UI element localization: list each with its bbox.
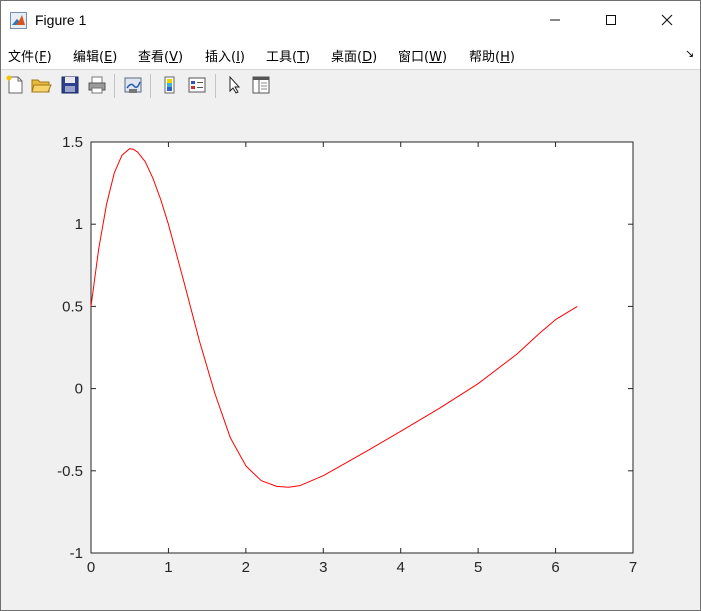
x-tick-label: 5 [474, 559, 482, 576]
x-tick-label: 7 [629, 559, 637, 576]
menu-window[interactable]: 窗口(W) [398, 46, 447, 65]
figure-window: Figure 1 文件(F) 编辑(E) 查看(V) 插入(I) 工具(T) 桌… [0, 0, 701, 611]
pointer-icon[interactable] [223, 74, 245, 96]
x-tick-label: 1 [164, 559, 172, 576]
new-figure-icon[interactable] [4, 74, 26, 96]
toolbar-separator [114, 74, 115, 98]
matlab-icon [10, 12, 27, 29]
minimize-icon [550, 19, 560, 21]
dock-arrow-icon[interactable]: ↘ [685, 47, 694, 60]
property-inspector-icon[interactable] [250, 74, 272, 96]
save-icon[interactable] [59, 74, 81, 96]
close-button[interactable] [644, 1, 690, 39]
menu-tools[interactable]: 工具(T) [266, 46, 310, 65]
y-tick-label: -0.5 [57, 463, 83, 480]
menu-view[interactable]: 查看(V) [138, 46, 183, 65]
link-plot-icon[interactable] [122, 74, 144, 96]
line-chart[interactable]: 0 1 2 3 4 5 6 7 -1 -0.5 0 0.5 1 1.5 [1, 102, 700, 610]
y-tick-label: -1 [70, 545, 83, 562]
x-tick-label: 6 [551, 559, 559, 576]
menu-insert[interactable]: 插入(I) [205, 46, 245, 65]
x-tick-label: 3 [319, 559, 327, 576]
toolbar-separator [150, 74, 151, 98]
legend-icon[interactable] [186, 74, 208, 96]
maximize-icon [606, 15, 616, 25]
title-bar[interactable]: Figure 1 [1, 1, 700, 39]
maximize-button[interactable] [588, 1, 634, 39]
y-tick-label: 1.5 [62, 134, 83, 151]
x-tick-label: 4 [397, 559, 405, 576]
figure-toolbar [1, 69, 700, 103]
open-file-icon[interactable] [30, 74, 52, 96]
colorbar-icon[interactable] [159, 74, 181, 96]
x-tick-label: 0 [87, 559, 95, 576]
menu-file[interactable]: 文件(F) [8, 46, 52, 65]
menu-desktop[interactable]: 桌面(D) [331, 46, 377, 65]
close-icon [661, 14, 673, 26]
menu-help[interactable]: 帮助(H) [469, 46, 515, 65]
menu-bar: 文件(F) 编辑(E) 查看(V) 插入(I) 工具(T) 桌面(D) 窗口(W… [1, 39, 700, 69]
y-tick-label: 1 [75, 216, 83, 233]
menu-edit[interactable]: 编辑(E) [73, 46, 117, 65]
figure-canvas: 0 1 2 3 4 5 6 7 -1 -0.5 0 0.5 1 1.5 [1, 102, 700, 610]
plot-axes-box [90, 141, 634, 554]
y-tick-label: 0 [75, 381, 83, 398]
window-title: Figure 1 [35, 12, 87, 28]
print-icon[interactable] [86, 74, 108, 96]
toolbar-separator [215, 74, 216, 98]
minimize-button[interactable] [532, 1, 578, 39]
x-tick-label: 2 [242, 559, 250, 576]
y-tick-label: 0.5 [62, 298, 83, 315]
